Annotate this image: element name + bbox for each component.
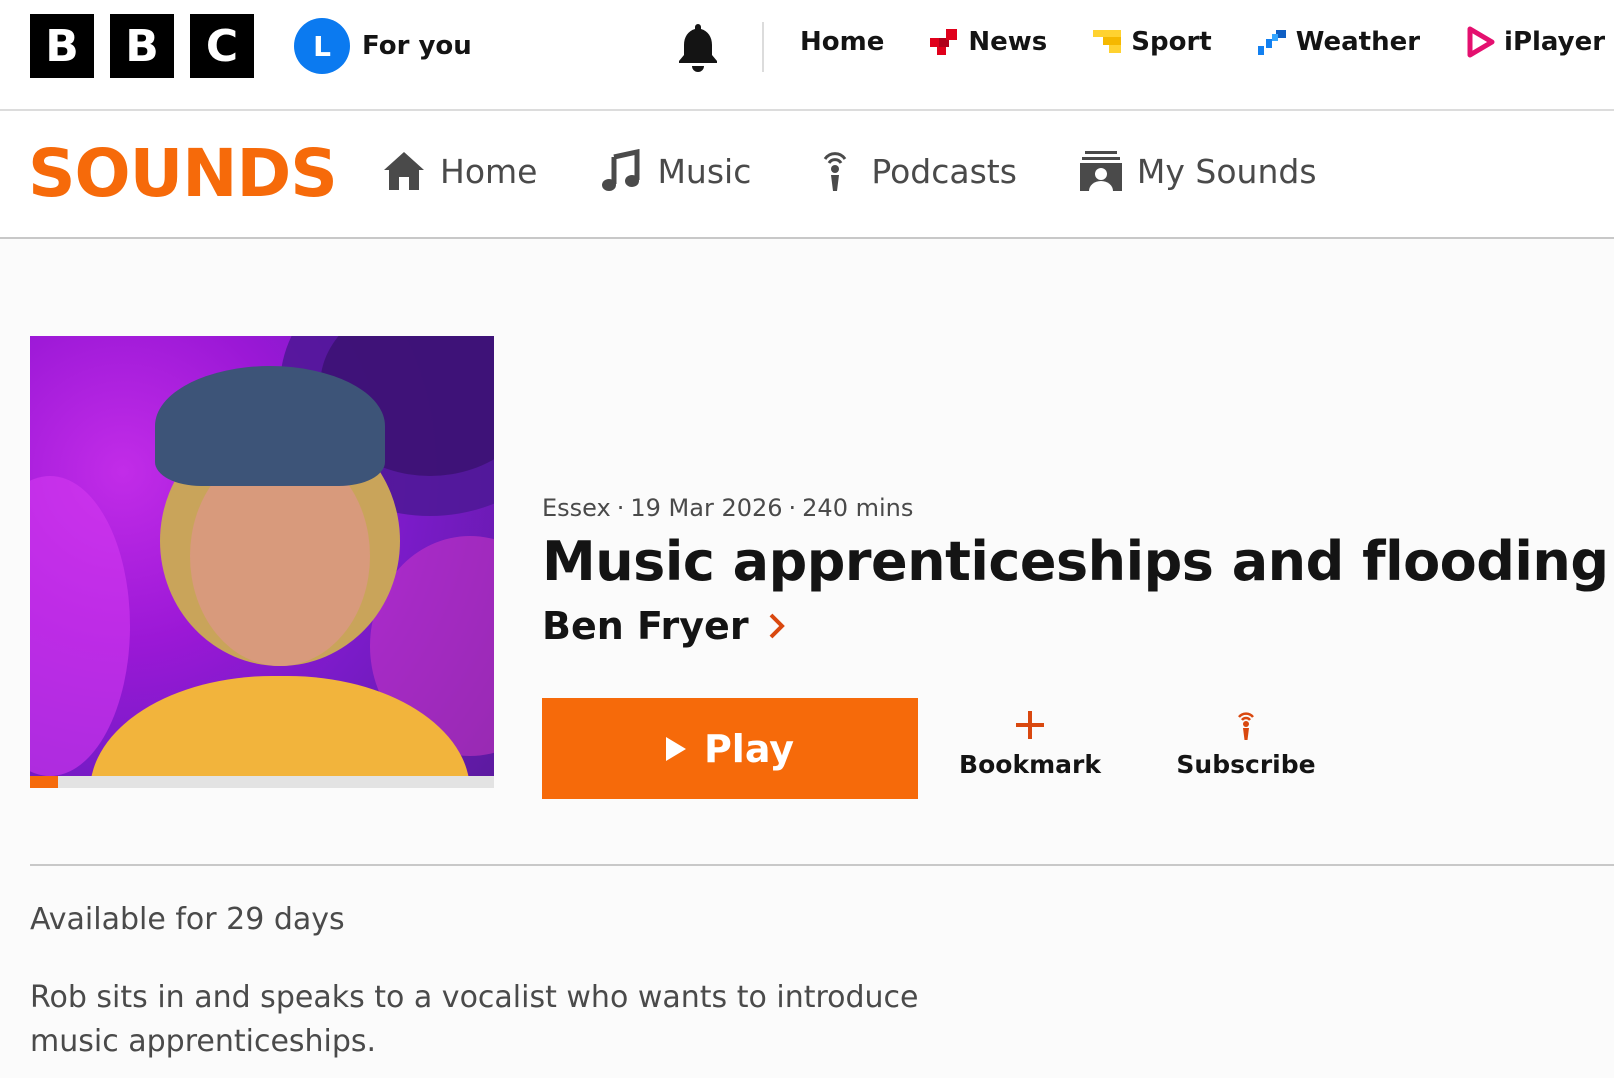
sport-icon [1093, 30, 1122, 53]
nav-sport[interactable]: Sport [1091, 26, 1212, 58]
meta-separator: · [788, 494, 797, 522]
chevron-right-icon [769, 613, 785, 639]
episode-artwork [30, 336, 494, 788]
play-button[interactable]: Play [542, 698, 918, 799]
news-icon [930, 29, 958, 55]
weather-icon [1257, 30, 1286, 55]
nav-iplayer[interactable]: iPlayer [1464, 26, 1605, 58]
nav-home[interactable]: Home [800, 27, 884, 57]
nav-weather-label: Weather [1295, 27, 1421, 57]
sounds-nav-my-sounds[interactable]: My Sounds [1079, 149, 1317, 193]
play-button-label: Play [703, 726, 795, 771]
nav-news[interactable]: News [928, 26, 1047, 58]
sounds-nav-home-label: Home [440, 151, 538, 191]
bbc-logo-letter: B [110, 14, 174, 78]
episode-title: Music apprenticeships and flooding [542, 530, 1609, 593]
podcast-icon [1238, 712, 1254, 740]
sounds-nav-podcasts-label: Podcasts [871, 151, 1017, 191]
sounds-nav-home[interactable]: Home [382, 149, 537, 193]
bbc-logo-letter: C [190, 14, 254, 78]
account-label: For you [362, 31, 472, 61]
presenter-name: Ben Fryer [542, 604, 749, 648]
listen-progress-fill [30, 776, 58, 788]
avatar: L [294, 18, 350, 74]
bbc-masthead: B B C L For you Home News Sport Weather … [0, 0, 1614, 111]
subscribe-label: Subscribe [1176, 750, 1316, 779]
bell-icon[interactable] [674, 20, 722, 72]
episode-synopsis: Rob sits in and speaks to a vocalist who… [30, 980, 919, 1059]
nav-weather[interactable]: Weather [1256, 26, 1420, 58]
masthead-divider [762, 22, 764, 72]
play-icon [665, 736, 686, 761]
sounds-nav-podcasts[interactable]: Podcasts [813, 149, 1017, 193]
house-icon [384, 152, 424, 190]
listen-progress-track [30, 776, 494, 788]
episode-date: 19 Mar 2026 [630, 494, 783, 522]
episode-station: Essex [542, 494, 611, 522]
presenter-link[interactable]: Ben Fryer [542, 604, 787, 648]
nav-news-label: News [968, 27, 1048, 57]
sounds-logo[interactable]: SOUNDS [28, 135, 338, 212]
nav-sport-label: Sport [1131, 27, 1212, 57]
sounds-nav-my-sounds-label: My Sounds [1136, 151, 1317, 191]
my-sounds-icon [1079, 151, 1122, 191]
meta-separator: · [616, 494, 625, 522]
presenter-portrait [155, 366, 385, 486]
plus-icon [1016, 711, 1044, 739]
bbc-logo-letter: B [30, 14, 94, 78]
section-divider [30, 864, 1614, 866]
nav-home-label: Home [800, 27, 885, 57]
subscribe-button[interactable]: Subscribe [1176, 708, 1316, 779]
nav-iplayer-label: iPlayer [1504, 27, 1606, 57]
iplayer-icon [1467, 26, 1495, 58]
podcast-icon [824, 152, 847, 191]
account-for-you-link[interactable]: L For you [294, 18, 472, 74]
music-note-icon [602, 149, 640, 191]
bookmark-button[interactable]: Bookmark [959, 708, 1101, 779]
sounds-nav-bar: SOUNDS Home Music Podcasts My Sounds [0, 111, 1614, 239]
sounds-nav: Home Music Podcasts My Sounds [382, 149, 1379, 193]
availability-text: Available for 29 days [30, 902, 345, 937]
sounds-nav-music-label: Music [657, 151, 752, 191]
bookmark-label: Bookmark [959, 750, 1101, 779]
sounds-nav-music[interactable]: Music [599, 149, 751, 193]
episode-meta: Essex · 19 Mar 2026 · 240 mins [542, 494, 913, 522]
bbc-global-nav: Home News Sport Weather iPlayer [800, 26, 1605, 58]
bbc-logo[interactable]: B B C [30, 14, 254, 78]
episode-duration: 240 mins [802, 494, 914, 522]
